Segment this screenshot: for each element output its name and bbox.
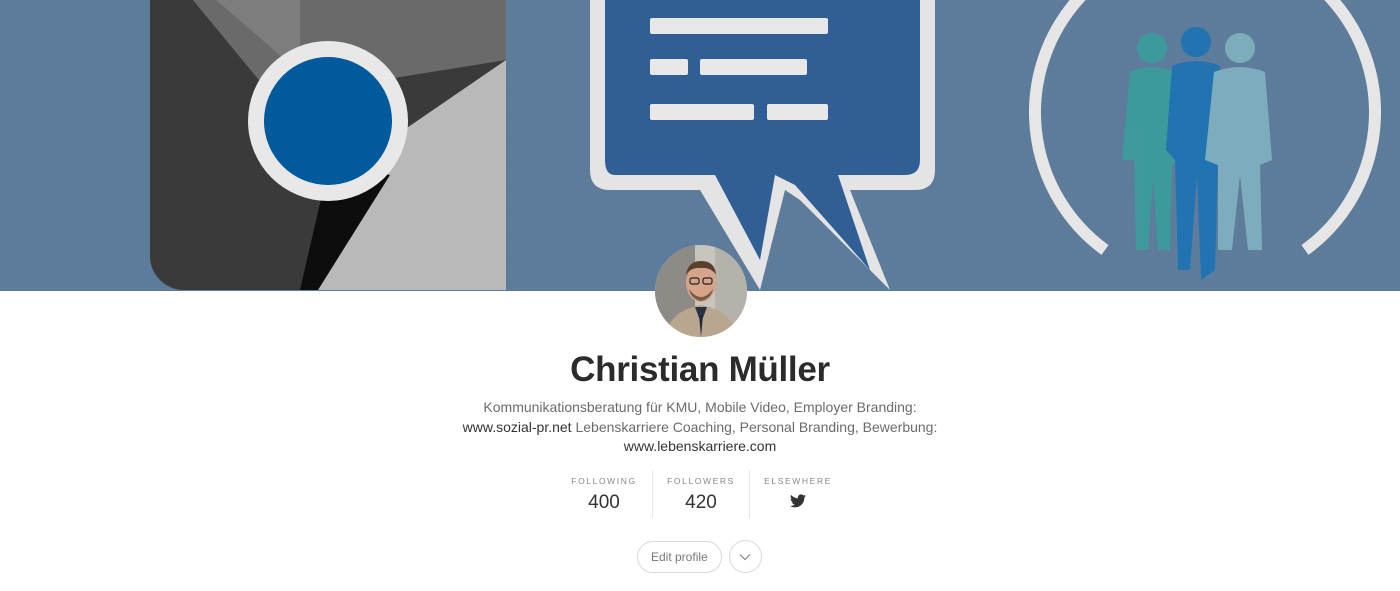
bio-link-lebenskarriere[interactable]: www.lebenskarriere.com [624, 438, 777, 454]
chevron-down-icon [739, 553, 751, 560]
profile-actions: Edit profile [637, 540, 762, 573]
stat-following[interactable]: Following 400 [556, 470, 653, 518]
stat-following-value: 400 [588, 492, 620, 513]
profile-bio: Kommunikationsberatung für KMU, Mobile V… [445, 398, 955, 457]
stat-followers-label: Followers [667, 476, 735, 486]
edit-profile-button[interactable]: Edit profile [637, 540, 722, 573]
banner-square-logo [150, 0, 506, 290]
bio-text-1: Kommunikationsberatung für KMU, Mobile V… [483, 399, 917, 415]
avatar-photo [655, 245, 747, 337]
stat-elsewhere: Elsewhere [750, 470, 846, 518]
bio-link-sozial-pr[interactable]: www.sozial-pr.net [463, 419, 572, 435]
stat-following-label: Following [571, 476, 637, 486]
profile-avatar[interactable] [655, 245, 747, 337]
twitter-icon[interactable] [790, 494, 806, 513]
bio-text-2: Lebenskarriere Coaching, Personal Brandi… [571, 418, 938, 435]
stat-followers[interactable]: Followers 420 [653, 470, 750, 518]
profile-name: Christian Müller [570, 350, 830, 389]
stat-followers-value: 420 [685, 492, 717, 513]
stat-elsewhere-label: Elsewhere [764, 476, 832, 486]
more-options-button[interactable] [728, 540, 762, 573]
profile-stats: Following 400 Followers 420 Elsewhere [556, 470, 846, 518]
